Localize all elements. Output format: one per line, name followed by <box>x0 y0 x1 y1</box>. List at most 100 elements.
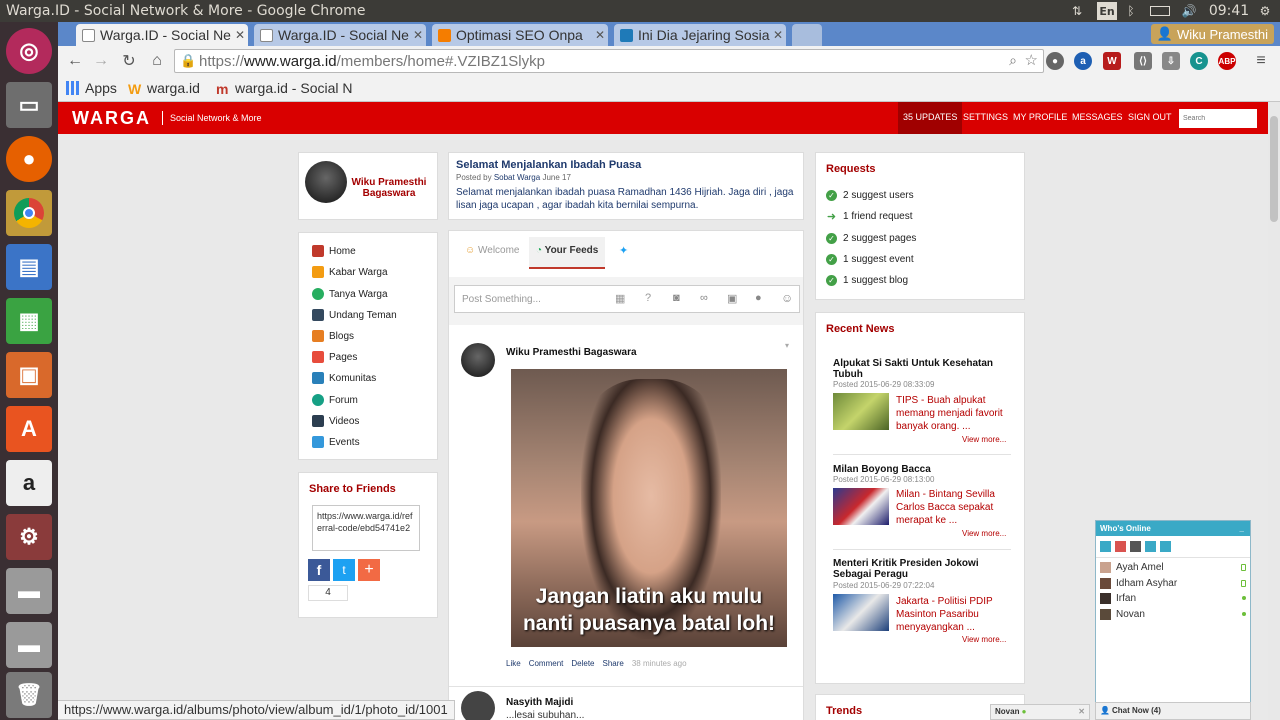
close-tab-icon[interactable]: ✕ <box>232 28 248 42</box>
comment-link[interactable]: Comment <box>529 659 564 668</box>
extension-c-icon[interactable]: C <box>1190 52 1208 70</box>
new-tab-button[interactable] <box>792 24 822 46</box>
menu-item-home[interactable]: Home <box>312 243 356 259</box>
bluetooth-icon[interactable]: ᛒ <box>1124 2 1138 20</box>
adblock-icon[interactable]: ABP <box>1218 52 1236 70</box>
close-tab-icon[interactable]: ✕ <box>592 28 608 42</box>
link-icon[interactable]: ∞ <box>700 292 708 304</box>
request-suggest-blog[interactable]: ✓ 1 suggest blog <box>826 275 908 286</box>
bookmark-star-icon[interactable]: ☆ <box>1025 51 1038 69</box>
post2-author-avatar[interactable] <box>461 691 495 720</box>
drive-icon[interactable]: ▬ <box>6 568 52 614</box>
chat-settings-icon[interactable] <box>1100 541 1111 552</box>
post-author-avatar[interactable] <box>461 343 495 377</box>
twitter-share-icon[interactable]: t <box>333 559 355 581</box>
facebook-share-icon[interactable]: f <box>308 559 330 581</box>
scrollbar-thumb[interactable] <box>1270 116 1278 222</box>
post2-author[interactable]: Nasyith Majidi <box>506 697 573 708</box>
nav-profile[interactable]: MY PROFILE <box>1013 102 1067 134</box>
menu-item-pages[interactable]: Pages <box>312 349 357 365</box>
menu-item-komunitas[interactable]: Komunitas <box>312 370 376 386</box>
menu-hamburger-icon[interactable]: ≡ <box>1250 50 1272 72</box>
calendar-icon[interactable]: ▦ <box>615 292 625 305</box>
online-user[interactable]: Ayah Amel <box>1100 560 1246 574</box>
extension-wr-icon[interactable]: W <box>1103 52 1121 70</box>
news-item-title[interactable]: Alpukat Si Sakti Untuk Kesehatan Tubuh <box>833 358 1003 380</box>
trash-icon[interactable]: 🗑 <box>6 672 52 718</box>
menu-item-blogs[interactable]: Blogs <box>312 328 354 344</box>
online-user[interactable]: Novan <box>1100 607 1246 621</box>
nav-settings[interactable]: SETTINGS <box>963 102 1008 134</box>
files-icon[interactable]: ▭ <box>6 82 52 128</box>
announcement-title[interactable]: Selamat Menjalankan Ibadah Puasa <box>456 159 641 171</box>
delete-link[interactable]: Delete <box>571 659 594 668</box>
tab-welcome[interactable]: ☺ Welcome <box>465 245 520 256</box>
news-item-title[interactable]: Milan Boyong Bacca <box>833 464 1003 475</box>
amazon-icon[interactable]: a <box>6 460 52 506</box>
group-icon[interactable] <box>1130 541 1141 552</box>
power-gear-icon[interactable]: ⚙ <box>1256 2 1274 20</box>
forward-arrow-icon[interactable]: → <box>90 50 112 72</box>
extension-gray-icon[interactable]: ● <box>1046 52 1064 70</box>
ubuntu-dash-icon[interactable]: ◎ <box>6 28 52 74</box>
news-item-more[interactable]: View more... <box>962 529 1006 538</box>
extension-download-icon[interactable]: ⇩ <box>1162 52 1180 70</box>
impress-icon[interactable]: ▣ <box>6 352 52 398</box>
extension-a-icon[interactable]: a <box>1074 52 1092 70</box>
clock[interactable]: 09:41 <box>1209 2 1249 20</box>
minimize-icon[interactable]: _ <box>1240 521 1244 536</box>
tab-3[interactable]: Optimasi SEO Onpa ✕ <box>432 24 608 46</box>
close-tab-icon[interactable]: ✕ <box>410 28 426 42</box>
system-settings-icon[interactable]: ⚙ <box>6 514 52 560</box>
search-icon[interactable]: ⌕ <box>1009 52 1017 69</box>
menu-item-kabar[interactable]: Kabar Warga <box>312 264 388 280</box>
keyboard-lang-indicator[interactable]: En <box>1097 2 1117 20</box>
upload-icon[interactable] <box>1145 541 1156 552</box>
home-icon[interactable]: ⌂ <box>146 50 168 72</box>
chat-now-bar[interactable]: 👤 Chat Now (4) <box>1095 702 1251 720</box>
question-icon[interactable]: ? <box>645 292 651 304</box>
bookmark-warga-social[interactable]: m warga.id - Social N <box>216 80 353 97</box>
reload-icon[interactable]: ↻ <box>118 50 140 72</box>
menu-item-tanya[interactable]: Tanya Warga <box>312 286 388 302</box>
menu-item-forum[interactable]: Forum <box>312 392 358 408</box>
bookmark-apps[interactable]: Apps <box>66 80 117 96</box>
request-friend[interactable]: ➜ 1 friend request <box>826 211 913 223</box>
menu-item-events[interactable]: Events <box>312 434 360 450</box>
avatar[interactable] <box>305 161 347 203</box>
firefox-icon[interactable]: ● <box>6 136 52 182</box>
nav-updates[interactable]: 35 UPDATES <box>898 102 963 134</box>
profile-button[interactable]: 👤 Wiku Pramesthi <box>1150 24 1274 44</box>
like-link[interactable]: Like <box>506 659 521 668</box>
site-logo[interactable]: WARGA <box>72 108 151 129</box>
lock-warning-icon[interactable]: 🔒 <box>180 53 196 69</box>
tab-your-feeds[interactable]: ◔ Your Feeds <box>529 237 606 269</box>
block-icon[interactable] <box>1115 541 1126 552</box>
back-arrow-icon[interactable]: ← <box>64 50 86 72</box>
post-composer[interactable]: Post Something... ▦ ? ◙ ∞ ▣ ● ☺ <box>454 285 800 313</box>
video-icon[interactable]: ▣ <box>727 292 737 305</box>
nav-messages[interactable]: MESSAGES <box>1072 102 1123 134</box>
user-icon[interactable]: ● <box>755 292 762 304</box>
network-arrows-icon[interactable]: ⇅ <box>1068 2 1086 20</box>
chrome-icon[interactable] <box>6 190 52 236</box>
drive2-icon[interactable]: ▬ <box>6 622 52 668</box>
news-item-title[interactable]: Menteri Kritik Presiden Jokowi Sebagai P… <box>833 558 1003 580</box>
battery-icon[interactable] <box>1148 2 1172 20</box>
camera-icon[interactable]: ◙ <box>673 292 680 304</box>
options-icon[interactable] <box>1160 541 1171 552</box>
news-item-more[interactable]: View more... <box>962 435 1006 444</box>
addthis-share-icon[interactable]: + <box>358 559 380 581</box>
nav-signout[interactable]: SIGN OUT <box>1128 102 1172 134</box>
news-item-thumbnail[interactable] <box>833 488 889 525</box>
writer-icon[interactable]: ▤ <box>6 244 52 290</box>
request-suggest-event[interactable]: ✓ 1 suggest event <box>826 254 914 265</box>
share-link[interactable]: Share <box>603 659 624 668</box>
page-scrollbar[interactable] <box>1268 102 1280 720</box>
tab-4[interactable]: Ini Dia Jejaring Sosia ✕ <box>614 24 786 46</box>
profile-name[interactable]: Wiku Pramesthi Bagaswara <box>348 177 430 199</box>
close-icon[interactable]: ✕ <box>1078 705 1085 719</box>
tab-2[interactable]: Warga.ID - Social Ne ✕ <box>254 24 426 46</box>
chat-window-chip[interactable]: Novan ● ✕ <box>990 704 1090 720</box>
request-suggest-pages[interactable]: ✓ 2 suggest pages <box>826 233 916 244</box>
